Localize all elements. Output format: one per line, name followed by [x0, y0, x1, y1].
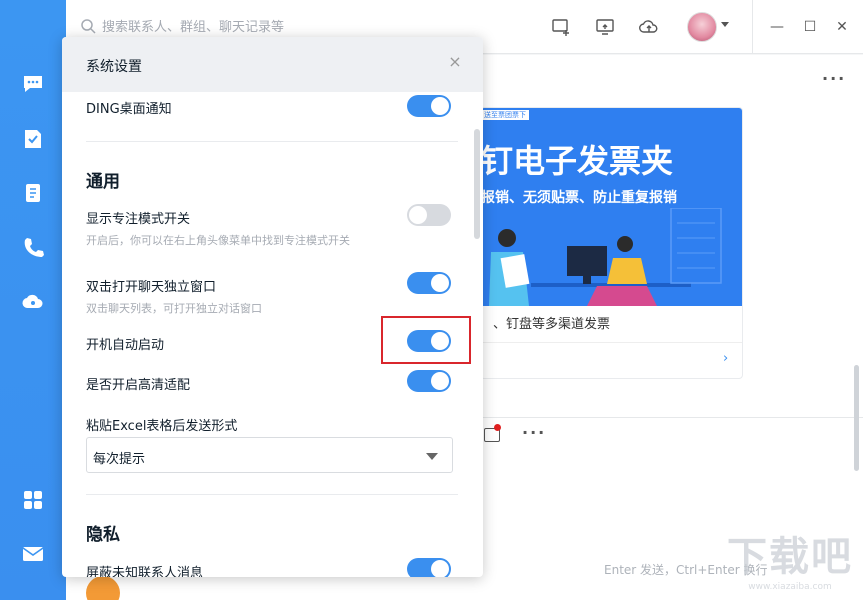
ding-notify-label: DING桌面通知 — [86, 102, 172, 117]
docs-icon[interactable] — [20, 180, 46, 206]
divider — [752, 0, 753, 54]
watermark-logo: 下载吧 www.xiazaiba.com — [727, 534, 853, 592]
message-icon[interactable] — [20, 71, 46, 97]
chat-panel: ··· 送至票团票下 钉电子发票夹 报销、无须贴票、防止重复报销 、钉盘等多渠道… — [480, 55, 863, 600]
ding-icon[interactable] — [20, 126, 46, 152]
block-unknown-label: 屏蔽未知联系人消息 — [86, 566, 204, 577]
minimize-icon[interactable]: — — [768, 18, 786, 36]
excel-paste-label: 粘贴Excel表格后发送形式 — [86, 419, 238, 434]
block-unknown-toggle[interactable] — [407, 558, 451, 577]
chevron-down-icon[interactable] — [721, 22, 729, 27]
input-toolbar-divider — [480, 417, 863, 418]
toolbar-more-icon[interactable]: ··· — [522, 423, 546, 442]
search-box[interactable]: 搜索联系人、群组、聊天记录等 — [80, 16, 284, 35]
divider — [86, 141, 458, 142]
more-icon[interactable]: ··· — [822, 69, 846, 88]
focus-mode-label: 显示专注模式开关 — [86, 212, 191, 227]
focus-mode-desc: 开启后，你可以在右上角头像菜单中找到专注模式开关 — [86, 234, 350, 247]
cloud-icon[interactable] — [20, 288, 46, 314]
user-avatar[interactable] — [687, 12, 717, 42]
banner-tag: 送至票团票下 — [481, 110, 529, 120]
focus-mode-toggle[interactable] — [407, 204, 451, 226]
dialog-title: 系统设置 — [86, 59, 142, 75]
privacy-section-title: 隐私 — [86, 525, 120, 545]
settings-dialog: 系统设置 × DING桌面通知 通用 显示专注模式开关 开启后，你可以在右上角头… — [62, 37, 483, 577]
window-close-icon[interactable]: ✕ — [833, 18, 851, 36]
dblclick-window-label: 双击打开聊天独立窗口 — [86, 280, 217, 295]
close-icon[interactable]: × — [448, 54, 462, 70]
highlight-box — [381, 316, 471, 364]
message-card[interactable]: 送至票团票下 钉电子发票夹 报销、无须贴票、防止重复报销 、钉盘等多渠道发票 › — [480, 107, 743, 379]
card-banner: 送至票团票下 钉电子发票夹 报销、无须贴票、防止重复报销 — [481, 108, 742, 306]
left-sidebar — [0, 0, 66, 600]
dialog-scrollbar[interactable] — [474, 129, 480, 239]
mail-icon[interactable] — [20, 541, 46, 567]
dialog-header: 系统设置 × — [62, 37, 483, 92]
divider — [86, 494, 458, 495]
new-chat-icon[interactable] — [550, 16, 572, 38]
divider — [481, 342, 742, 343]
search-placeholder: 搜索联系人、群组、聊天记录等 — [102, 20, 285, 35]
search-icon — [81, 18, 96, 34]
scrollbar[interactable] — [854, 365, 859, 471]
excel-paste-value: 每次提示 — [93, 452, 146, 467]
dingtalk-window: 搜索联系人、群组、聊天记录等 — ☐ ✕ ··· 送至票团票下 钉电子发票夹 报… — [0, 0, 863, 600]
hidpi-label: 是否开启高清适配 — [86, 378, 191, 393]
cloud-upload-icon[interactable] — [638, 16, 660, 38]
banner-subtitle: 报销、无须贴票、防止重复报销 — [481, 190, 677, 206]
ding-notify-toggle[interactable] — [407, 95, 451, 117]
general-section-title: 通用 — [86, 172, 120, 192]
autostart-label: 开机自动启动 — [86, 338, 165, 353]
notification-dot — [494, 424, 501, 431]
card-caption: 、钉盘等多渠道发票 — [493, 317, 611, 332]
dblclick-window-desc: 双击聊天列表，可打开独立对话窗口 — [86, 302, 262, 315]
excel-paste-select[interactable]: 每次提示 — [86, 437, 453, 473]
dblclick-window-toggle[interactable] — [407, 272, 451, 294]
caret-down-icon — [426, 453, 438, 460]
screen-share-icon[interactable] — [594, 16, 616, 38]
banner-illustration — [489, 208, 722, 306]
chevron-right-icon[interactable]: › — [723, 351, 728, 366]
hidpi-toggle[interactable] — [407, 370, 451, 392]
apps-grid-icon[interactable] — [20, 487, 46, 513]
maximize-icon[interactable]: ☐ — [801, 18, 819, 36]
banner-title: 钉电子发票夹 — [481, 142, 674, 180]
phone-icon[interactable] — [20, 234, 46, 260]
